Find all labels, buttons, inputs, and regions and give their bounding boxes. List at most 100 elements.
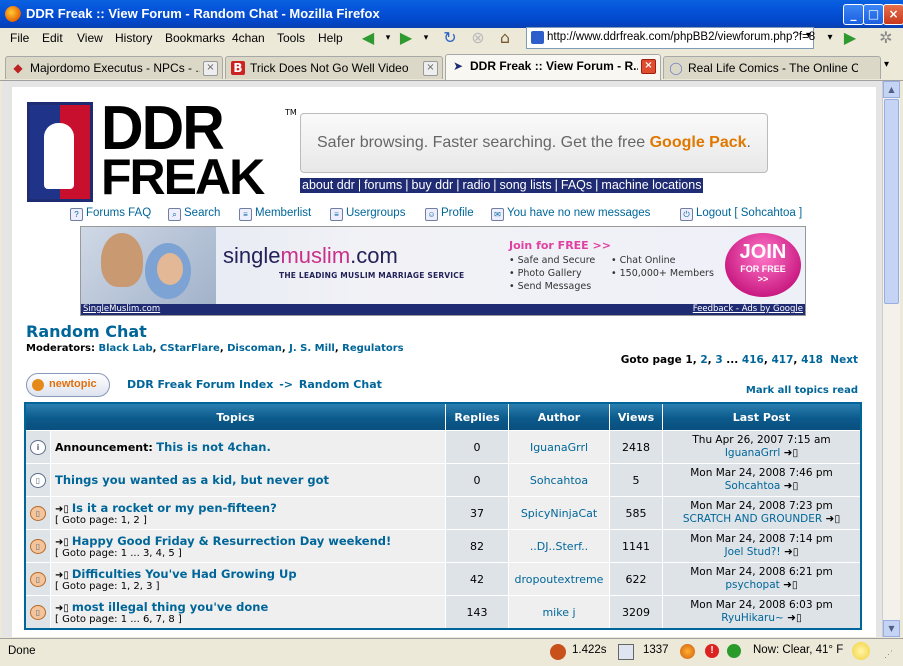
menu-view[interactable]: View [77, 31, 103, 45]
topic-pages[interactable]: [ Goto page: 1 ... 6, 7, 8 ] [55, 614, 445, 625]
page-link[interactable]: 416 [742, 354, 764, 366]
topic-link[interactable]: Is it a rocket or my pen-fifteen? [72, 501, 277, 515]
banner-join-free[interactable]: Join for FREE >> [509, 239, 611, 252]
weather-sun-icon[interactable] [852, 642, 870, 660]
page-info-icon[interactable] [618, 644, 634, 660]
tab-majordomo[interactable]: ◆ Majordomo Executus - NPCs - ... × [5, 56, 223, 79]
home-icon[interactable]: ⌂ [495, 28, 515, 48]
link-forums-faq[interactable]: ? Forums FAQ [70, 207, 151, 223]
next-page-link[interactable]: Next [830, 354, 858, 366]
topic-link[interactable]: Happy Good Friday & Resurrection Day wee… [72, 534, 391, 548]
tab-close-icon[interactable]: × [423, 61, 438, 76]
topic-link[interactable]: Things you wanted as a kid, but never go… [55, 473, 329, 487]
tab-trick-video[interactable]: B Trick Does Not Go Well Video × [225, 56, 443, 79]
latest-post-icon[interactable]: ➜▯ [784, 447, 799, 459]
latest-post-icon[interactable]: ➜▯ [787, 612, 802, 624]
last-post-user[interactable]: Sohcahtoa [725, 480, 781, 492]
scroll-thumb[interactable] [884, 99, 899, 304]
menu-history[interactable]: History [115, 31, 152, 45]
link-profile[interactable]: ☺ Profile [425, 207, 474, 223]
back-dropdown-icon[interactable]: ▾ [378, 28, 398, 48]
firebug-icon[interactable] [550, 644, 566, 660]
noscript-icon[interactable] [727, 644, 741, 658]
forward-icon[interactable]: ▶ [396, 28, 416, 48]
nav-radio[interactable]: radio [462, 178, 490, 192]
new-topic-button[interactable]: newtopic [26, 373, 110, 397]
menu-file[interactable]: File [10, 31, 29, 45]
google-pack-ad[interactable]: Safer browsing. Faster searching. Get th… [300, 113, 768, 173]
minimize-button[interactable]: _ [843, 4, 864, 25]
menu-bookmarks[interactable]: Bookmarks [165, 31, 225, 45]
link-private-messages[interactable]: ✉ You have no new messages [491, 207, 650, 223]
go-icon[interactable]: ▶ [840, 28, 860, 48]
moderator-link[interactable]: Regulators [342, 343, 403, 354]
reload-icon[interactable]: ↻ [440, 28, 460, 48]
stop-icon[interactable]: ⊗ [468, 28, 488, 48]
nav-faqs[interactable]: FAQs [561, 178, 592, 192]
last-post-user[interactable]: RyuHikaru~ [721, 612, 784, 624]
latest-post-icon[interactable]: ➜▯ [784, 546, 799, 558]
latest-post-icon[interactable]: ➜▯ [784, 480, 799, 492]
link-memberlist[interactable]: ≡ Memberlist [239, 207, 311, 223]
url-text[interactable]: http://www.ddrfreak.com/phpBB2/viewforum… [547, 31, 815, 43]
topic-link[interactable]: Difficulties You've Had Growing Up [72, 567, 297, 581]
author-link[interactable]: ..DJ..Sterf.. [508, 529, 610, 563]
menu-edit[interactable]: Edit [42, 31, 63, 45]
moderator-link[interactable]: CStarFlare [160, 343, 220, 354]
tab-ddr-freak[interactable]: ➤ DDR Freak :: View Forum - R... × [445, 54, 661, 80]
menu-4chan[interactable]: 4chan [232, 31, 265, 45]
tab-real-life-comics[interactable]: ◯ Real Life Comics - The Online C... × [663, 56, 881, 79]
crumb-forum-index[interactable]: DDR Freak Forum Index [127, 378, 273, 391]
newest-post-icon[interactable]: ➜▯ [55, 603, 69, 614]
close-button[interactable]: × [883, 4, 903, 25]
menu-help[interactable]: Help [318, 31, 343, 45]
topic-pages[interactable]: [ Goto page: 1, 2, 3 ] [55, 581, 445, 592]
topic-link[interactable]: most illegal thing you've done [72, 600, 268, 614]
resize-grip-icon[interactable]: ⋰ [884, 649, 893, 666]
topic-pages[interactable]: [ Goto page: 1 ... 3, 4, 5 ] [55, 548, 445, 559]
nav-machine-locations[interactable]: machine locations [601, 178, 701, 192]
url-history-icon[interactable]: ▾ [820, 28, 840, 48]
tab-close-icon[interactable]: × [203, 61, 218, 76]
moderator-link[interactable]: J. S. Mill [289, 343, 335, 354]
url-dropdown-icon[interactable]: ▾ [806, 30, 811, 41]
back-icon[interactable]: ◀ [358, 28, 378, 48]
crumb-random-chat[interactable]: Random Chat [299, 378, 382, 391]
page-link[interactable]: 417 [771, 354, 793, 366]
menu-tools[interactable]: Tools [277, 31, 305, 45]
join-for-free-button[interactable]: JOIN FOR FREE >> [725, 233, 801, 297]
maximize-button[interactable]: □ [863, 4, 884, 25]
nav-about-ddr[interactable]: about ddr [302, 178, 355, 192]
author-link[interactable]: mike j [508, 595, 610, 630]
nav-forums[interactable]: forums [364, 178, 402, 192]
forward-dropdown-icon[interactable]: ▾ [416, 28, 436, 48]
nav-song-lists[interactable]: song lists [500, 178, 552, 192]
last-post-user[interactable]: IguanaGrrl [725, 447, 780, 459]
latest-post-icon[interactable]: ➜▯ [783, 579, 798, 591]
page-link[interactable]: 2 [700, 354, 707, 366]
firefox-addon-icon[interactable] [680, 644, 695, 659]
nav-buy-ddr[interactable]: buy ddr [412, 178, 454, 192]
last-post-user[interactable]: Joel Stud?! [724, 546, 780, 558]
page-link[interactable]: 418 [801, 354, 823, 366]
latest-post-icon[interactable]: ➜▯ [826, 513, 841, 525]
tab-list-icon[interactable]: ▾ [884, 59, 889, 70]
ddr-freak-logo[interactable]: DDR FREAK TM [27, 98, 297, 202]
url-bar[interactable]: http://www.ddrfreak.com/phpBB2/viewforum… [526, 27, 815, 49]
moderator-link[interactable]: Black Lab [98, 343, 152, 354]
topic-link[interactable]: This is not 4chan. [156, 440, 271, 454]
link-logout[interactable]: ⏻ Logout [ Sohcahtoa ] [680, 207, 802, 223]
scroll-up-icon[interactable]: ▲ [883, 81, 900, 98]
scroll-down-icon[interactable]: ▼ [883, 620, 900, 637]
newest-post-icon[interactable]: ➜▯ [55, 504, 69, 515]
link-usergroups[interactable]: ≡ Usergroups [330, 207, 405, 223]
newest-post-icon[interactable]: ➜▯ [55, 537, 69, 548]
author-link[interactable]: SpicyNinjaCat [508, 496, 610, 530]
author-link[interactable]: IguanaGrrl [508, 430, 610, 464]
tab-close-icon[interactable]: × [641, 59, 656, 74]
newest-post-icon[interactable]: ➜▯ [55, 570, 69, 581]
banner-site-link[interactable]: SingleMuslim.com [83, 304, 160, 315]
author-link[interactable]: dropoutextreme [508, 562, 610, 596]
vertical-scrollbar[interactable]: ▲ ▼ [882, 81, 900, 637]
last-post-user[interactable]: psychopat [725, 579, 779, 591]
